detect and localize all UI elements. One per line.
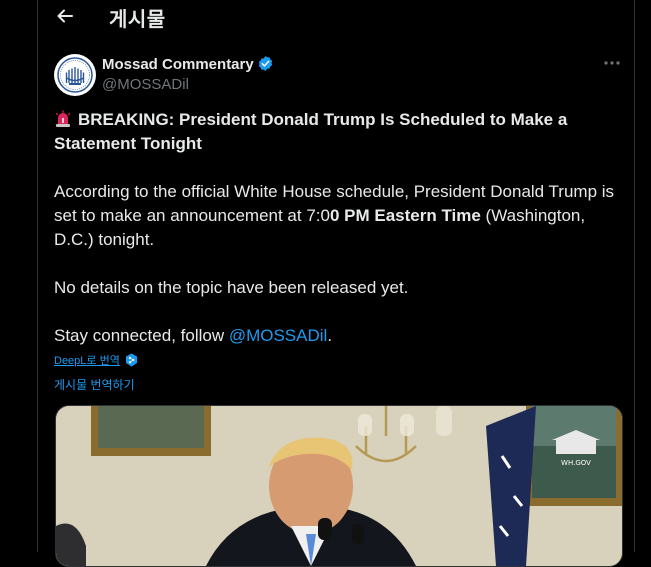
verified-badge-icon <box>258 56 272 71</box>
translate-post-link[interactable]: 게시물 번역하기 <box>54 376 135 393</box>
post-paragraph-3: Stay connected, follow @MOSSADil. <box>54 324 626 348</box>
post-paragraph-2: No details on the topic have been releas… <box>54 278 409 297</box>
deepl-translate-label: DeepL로 번역 <box>54 355 120 367</box>
author-name[interactable]: Mossad Commentary <box>102 55 274 73</box>
author-handle[interactable]: @MOSSADil <box>102 76 189 93</box>
post-media-image[interactable]: WH.GOV <box>55 405 623 567</box>
deepl-icon <box>125 353 137 367</box>
back-arrow-icon[interactable] <box>55 6 75 26</box>
post-headline-text: BREAKING: President Donald Trump Is Sche… <box>54 110 568 153</box>
avatar[interactable] <box>54 54 96 96</box>
siren-icon <box>55 110 71 127</box>
media-photo: WH.GOV <box>56 406 622 566</box>
post-column: 게시물 Mossad Commentary @MOSSADil BREAKING… <box>37 0 635 567</box>
post-headline: BREAKING: President Donald Trump Is Sche… <box>54 108 626 156</box>
author-name-text: Mossad Commentary <box>102 56 254 73</box>
post-paragraph-3-start: Stay connected, follow <box>54 326 229 345</box>
header-bar: 게시물 <box>38 0 634 34</box>
post-paragraph-1-bold: 0 PM Eastern Time <box>329 206 481 225</box>
page-title: 게시물 <box>109 7 166 31</box>
deepl-translate-link[interactable]: DeepL로 번역 <box>54 352 138 368</box>
agency-emblem-icon <box>55 55 95 95</box>
more-icon[interactable] <box>601 55 623 71</box>
post-paragraph-3-end: . <box>327 326 333 345</box>
whgov-watermark: WH.GOV <box>561 459 591 467</box>
mention-link[interactable]: @MOSSADil <box>229 326 328 345</box>
post-paragraph-1: According to the official White House sc… <box>54 180 626 252</box>
post-text: BREAKING: President Donald Trump Is Sche… <box>54 108 626 348</box>
